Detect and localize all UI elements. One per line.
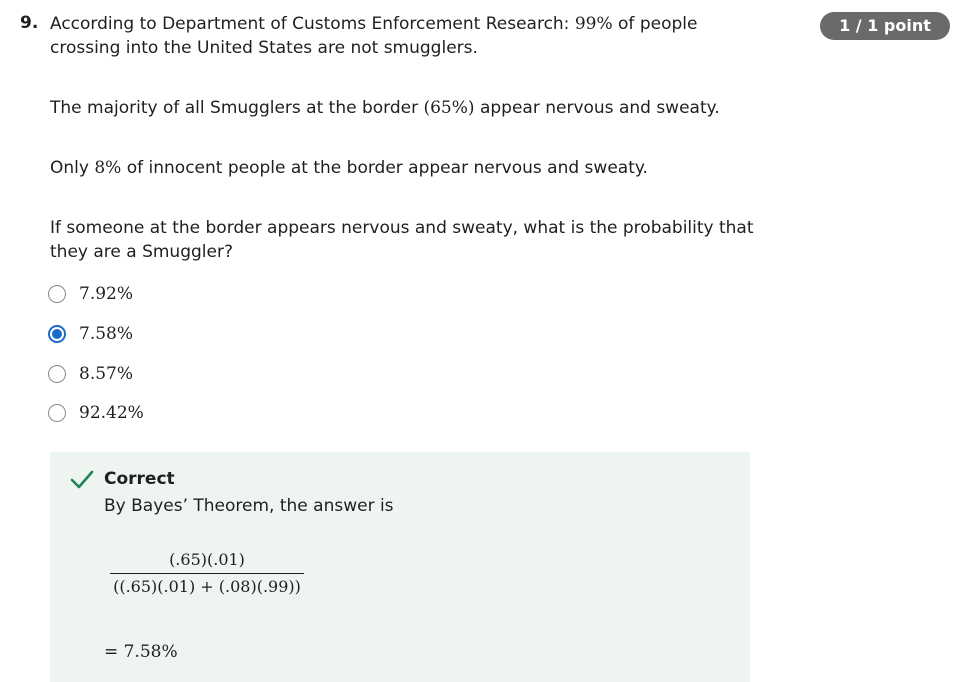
radio-dot xyxy=(52,329,62,339)
fact-smugglers-start: The majority of all Smugglers at the bor… xyxy=(50,98,424,118)
fact-innocent-start: Only xyxy=(50,158,95,178)
fact-smugglers-end: appear nervous and sweaty. xyxy=(474,98,720,118)
checkmark-icon xyxy=(70,470,94,489)
question-number: 9. xyxy=(20,13,39,33)
question-fact-innocent: Only 8% of innocent people at the border… xyxy=(50,156,760,180)
feedback-panel: Correct By Bayes’ Theorem, the answer is… xyxy=(50,452,750,682)
option-label: 7.92% xyxy=(79,284,134,304)
points-badge: 1 / 1 point xyxy=(820,12,950,40)
question-intro: According to Department of Customs Enfor… xyxy=(50,12,760,60)
feedback-result: = 7.58% xyxy=(104,642,178,662)
fact-innocent-end: of innocent people at the border appear … xyxy=(121,158,648,178)
fact-smugglers-percent: (65%) xyxy=(423,98,475,118)
answer-option-3[interactable]: 8.57% xyxy=(48,362,133,386)
radio-button[interactable] xyxy=(48,365,66,383)
feedback-explanation: By Bayes’ Theorem, the answer is xyxy=(104,496,394,516)
answer-option-1[interactable]: 7.92% xyxy=(48,282,133,306)
radio-button[interactable] xyxy=(48,404,66,422)
answer-option-4[interactable]: 92.42% xyxy=(48,401,144,425)
fraction-numerator: (.65)(.01) xyxy=(110,550,304,574)
answer-option-2[interactable]: 7.58% xyxy=(48,322,133,346)
fraction-denominator: ((.65)(.01) + (.08)(.99)) xyxy=(113,577,301,596)
radio-button[interactable] xyxy=(48,285,66,303)
option-label: 92.42% xyxy=(79,403,144,423)
intro-percent: 99% xyxy=(574,14,613,34)
option-label: 7.58% xyxy=(79,324,134,344)
question-fact-smugglers: The majority of all Smugglers at the bor… xyxy=(50,96,760,120)
intro-text-start: According to Department of Customs Enfor… xyxy=(50,14,575,34)
radio-button-selected[interactable] xyxy=(48,325,66,343)
feedback-status: Correct xyxy=(104,469,175,489)
fact-innocent-percent: 8% xyxy=(94,158,122,178)
bayes-fraction: (.65)(.01) ((.65)(.01) + (.08)(.99)) xyxy=(110,550,304,596)
question-prompt: If someone at the border appears nervous… xyxy=(50,218,754,262)
option-label: 8.57% xyxy=(79,364,134,384)
